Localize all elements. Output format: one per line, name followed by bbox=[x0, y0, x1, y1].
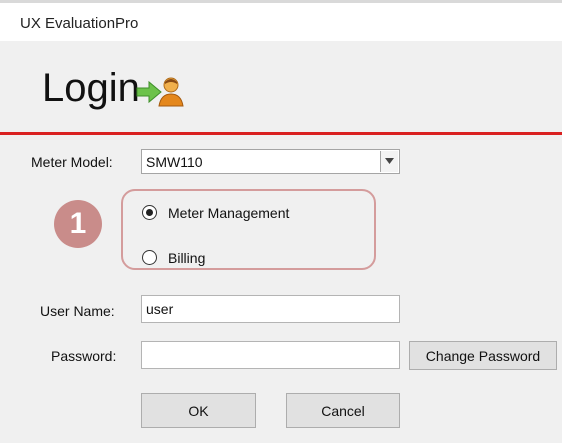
step-number-badge: 1 bbox=[54, 200, 102, 248]
chevron-down-icon bbox=[385, 158, 394, 164]
password-input[interactable] bbox=[142, 342, 399, 368]
dropdown-arrow-button[interactable] bbox=[380, 151, 398, 172]
meter-model-select[interactable]: SMW110 bbox=[141, 149, 400, 174]
mode-highlight-box bbox=[121, 189, 376, 270]
radio-billing[interactable] bbox=[142, 250, 157, 265]
password-label: Password: bbox=[51, 348, 117, 364]
password-field-box bbox=[141, 341, 400, 369]
meter-model-label: Meter Model: bbox=[31, 154, 113, 170]
cancel-button[interactable]: Cancel bbox=[286, 393, 400, 428]
title-bar: UX EvaluationPro bbox=[0, 3, 562, 41]
meter-model-value: SMW110 bbox=[146, 154, 203, 170]
header-divider bbox=[0, 132, 562, 135]
login-window: UX EvaluationPro Login Meter Model: SMW1… bbox=[0, 0, 562, 443]
username-label: User Name: bbox=[40, 303, 115, 319]
radio-meter-management[interactable] bbox=[142, 205, 157, 220]
username-input[interactable] bbox=[142, 296, 399, 322]
radio-billing-label[interactable]: Billing bbox=[168, 250, 205, 266]
radio-meter-management-label[interactable]: Meter Management bbox=[168, 205, 289, 221]
ok-button[interactable]: OK bbox=[141, 393, 256, 428]
username-field-box bbox=[141, 295, 400, 323]
window-title: UX EvaluationPro bbox=[20, 15, 139, 32]
login-user-icon bbox=[136, 77, 184, 107]
page-title: Login bbox=[42, 66, 140, 110]
radio-selected-dot bbox=[146, 209, 153, 216]
change-password-button[interactable]: Change Password bbox=[409, 341, 557, 370]
